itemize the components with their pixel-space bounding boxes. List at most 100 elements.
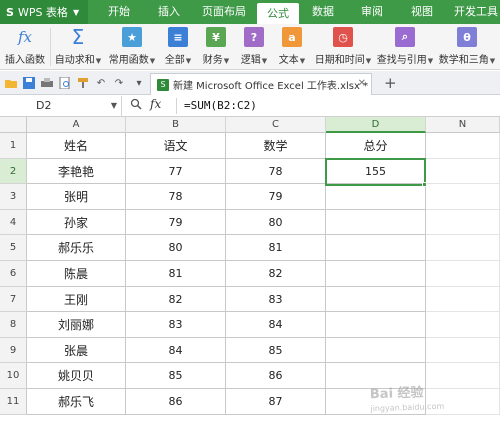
math-score-cell[interactable]: 85	[226, 338, 326, 363]
row-header-4[interactable]: 4	[0, 210, 27, 235]
fill-handle[interactable]	[422, 182, 427, 187]
add-tab-icon[interactable]: +	[384, 74, 397, 92]
name-cell[interactable]: 陈晨	[27, 261, 126, 287]
math-score-cell[interactable]: 79	[226, 184, 326, 210]
tab-formulas[interactable]: 公式	[257, 3, 299, 24]
column-header-c[interactable]: C	[226, 117, 326, 133]
empty-cell[interactable]	[426, 133, 500, 159]
math-score-cell[interactable]: 87	[226, 389, 326, 415]
close-icon[interactable]: ✕	[358, 78, 366, 89]
empty-cell[interactable]	[426, 261, 500, 287]
name-cell[interactable]: 姚贝贝	[27, 363, 126, 389]
name-cell[interactable]: 张晨	[27, 338, 126, 363]
name-cell[interactable]: 郝乐飞	[27, 389, 126, 415]
math-score-cell[interactable]: 86	[226, 363, 326, 389]
chinese-score-cell[interactable]: 85	[126, 363, 226, 389]
name-cell[interactable]: 张明	[27, 184, 126, 210]
text-functions-button[interactable]: a 文本▼	[274, 24, 310, 70]
empty-cell[interactable]	[426, 210, 500, 235]
lookup-functions-button[interactable]: ⌕ 查找与引用▼	[372, 24, 438, 70]
format-painter-icon[interactable]	[76, 76, 90, 90]
name-cell[interactable]: 王刚	[27, 287, 126, 312]
tab-insert[interactable]: 插入	[154, 0, 184, 24]
empty-cell[interactable]	[426, 159, 500, 184]
tab-view[interactable]: 视图	[407, 0, 437, 24]
common-functions-button[interactable]: ★ 常用函数▼	[106, 24, 158, 70]
total-cell[interactable]	[326, 210, 426, 235]
name-cell[interactable]: 李艳艳	[27, 159, 126, 184]
chinese-score-cell[interactable]: 77	[126, 159, 226, 184]
math-functions-button[interactable]: θ 数学和三角▼	[434, 24, 500, 70]
total-cell[interactable]	[326, 261, 426, 287]
search-function-icon[interactable]	[130, 98, 142, 113]
row-header-7[interactable]: 7	[0, 287, 27, 312]
open-folder-icon[interactable]	[4, 76, 18, 90]
logic-functions-button[interactable]: ? 逻辑▼	[236, 24, 272, 70]
name-cell[interactable]: 孙家	[27, 210, 126, 235]
name-cell[interactable]: 刘丽娜	[27, 312, 126, 338]
empty-cell[interactable]	[426, 287, 500, 312]
app-menu-button[interactable]: S WPS 表格 ▼	[0, 0, 88, 24]
save-icon[interactable]	[22, 76, 36, 90]
math-score-cell[interactable]: 84	[226, 312, 326, 338]
print-preview-icon[interactable]	[58, 76, 72, 90]
empty-cell[interactable]	[426, 312, 500, 338]
select-all-corner[interactable]	[0, 117, 27, 133]
chinese-score-cell[interactable]: 79	[126, 210, 226, 235]
header-cell[interactable]: 总分	[326, 133, 426, 159]
total-cell[interactable]	[326, 312, 426, 338]
row-header-6[interactable]: 6	[0, 261, 27, 287]
name-box[interactable]: D2 ▼	[0, 96, 122, 116]
chinese-score-cell[interactable]: 81	[126, 261, 226, 287]
header-cell[interactable]: 姓名	[27, 133, 126, 159]
chinese-score-cell[interactable]: 82	[126, 287, 226, 312]
row-header-2[interactable]: 2	[0, 159, 27, 184]
total-cell[interactable]	[326, 287, 426, 312]
all-functions-button[interactable]: ≡ 全部▼	[160, 24, 196, 70]
empty-cell[interactable]	[426, 235, 500, 261]
column-header-n[interactable]: N	[426, 117, 500, 133]
chinese-score-cell[interactable]: 80	[126, 235, 226, 261]
autosum-button[interactable]: Σ 自动求和▼	[54, 24, 102, 70]
chinese-score-cell[interactable]: 84	[126, 338, 226, 363]
header-cell[interactable]: 语文	[126, 133, 226, 159]
column-header-a[interactable]: A	[27, 117, 126, 133]
empty-cell[interactable]	[426, 338, 500, 363]
math-score-cell[interactable]: 81	[226, 235, 326, 261]
math-score-cell[interactable]: 83	[226, 287, 326, 312]
chinese-score-cell[interactable]: 86	[126, 389, 226, 415]
chinese-score-cell[interactable]: 78	[126, 184, 226, 210]
math-score-cell[interactable]: 80	[226, 210, 326, 235]
column-header-d[interactable]: D	[326, 117, 426, 133]
math-score-cell[interactable]: 78	[226, 159, 326, 184]
datetime-functions-button[interactable]: ◷ 日期和时间▼	[310, 24, 376, 70]
row-header-3[interactable]: 3	[0, 184, 27, 210]
toolbar-more-chevron-icon[interactable]: ▾	[132, 76, 146, 90]
undo-icon[interactable]: ↶	[94, 76, 108, 90]
name-cell[interactable]: 郝乐乐	[27, 235, 126, 261]
row-header-1[interactable]: 1	[0, 133, 27, 159]
empty-cell[interactable]	[426, 184, 500, 210]
print-icon[interactable]	[40, 76, 54, 90]
formula-input[interactable]: =SUM(B2:C2)	[184, 95, 257, 117]
redo-icon[interactable]: ↷	[112, 76, 126, 90]
row-header-11[interactable]: 11	[0, 389, 27, 415]
row-header-5[interactable]: 5	[0, 235, 27, 261]
header-cell[interactable]: 数学	[226, 133, 326, 159]
tab-home[interactable]: 开始	[104, 0, 134, 24]
row-header-9[interactable]: 9	[0, 338, 27, 363]
finance-functions-button[interactable]: ¥ 财务▼	[198, 24, 234, 70]
fx-icon[interactable]: fx	[150, 97, 161, 111]
tab-data[interactable]: 数据	[308, 0, 338, 24]
row-header-10[interactable]: 10	[0, 363, 27, 389]
chevron-down-icon[interactable]: ▼	[111, 96, 117, 116]
tab-developer[interactable]: 开发工具	[452, 0, 500, 24]
total-cell[interactable]	[326, 235, 426, 261]
math-score-cell[interactable]: 82	[226, 261, 326, 287]
chinese-score-cell[interactable]: 83	[126, 312, 226, 338]
document-tab[interactable]: S 新建 Microsoft Office Excel 工作表.xlsx * ✕	[150, 73, 372, 95]
tab-review[interactable]: 审阅	[357, 0, 387, 24]
total-cell[interactable]	[326, 184, 426, 210]
row-header-8[interactable]: 8	[0, 312, 27, 338]
insert-function-button[interactable]: fx 插入函数	[2, 24, 48, 70]
